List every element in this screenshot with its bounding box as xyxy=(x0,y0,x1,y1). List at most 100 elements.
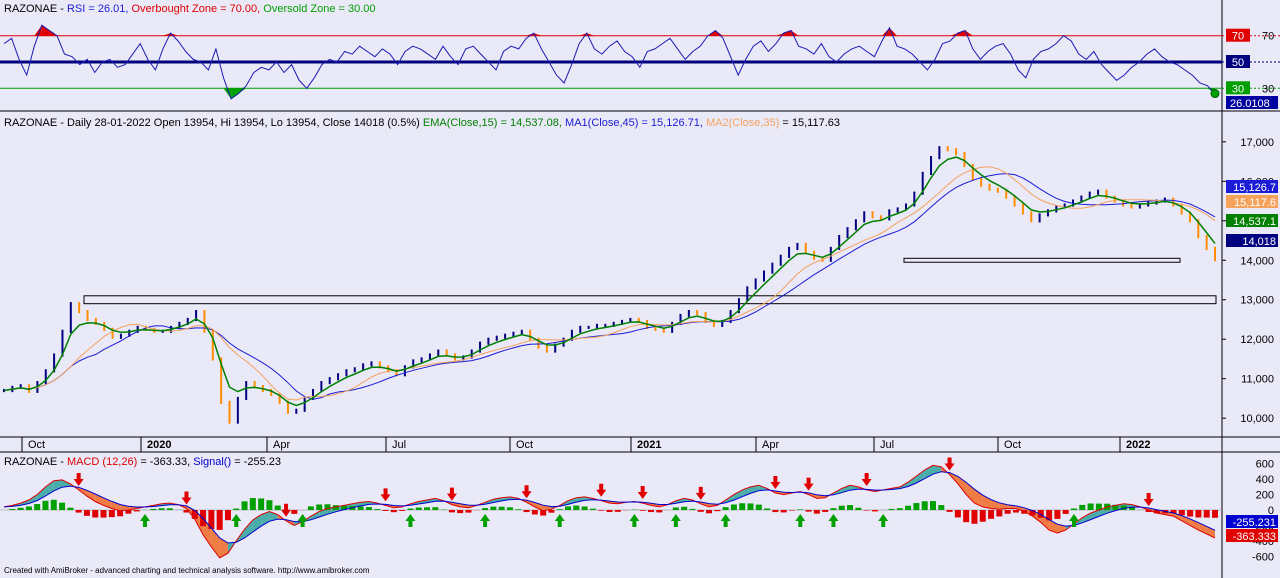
macd-histogram-bar xyxy=(42,500,49,510)
macd-histogram-bar xyxy=(780,510,787,513)
macd-histogram-bar xyxy=(241,501,248,510)
macd-histogram-bar xyxy=(556,509,563,510)
macd-histogram-bar xyxy=(515,509,522,510)
buy-arrow xyxy=(878,514,889,527)
macd-histogram-bar xyxy=(316,504,323,510)
rsi-value-label: 30 xyxy=(1232,83,1244,95)
macd-histogram-bar xyxy=(407,508,414,510)
macd-histogram-bar xyxy=(399,510,406,511)
sell-arrow xyxy=(380,488,391,502)
macd-histogram-bar xyxy=(1187,510,1194,517)
macd-histogram-bar xyxy=(672,507,679,510)
macd-histogram-bar xyxy=(1012,510,1019,513)
time-tick-label: 2021 xyxy=(637,439,661,451)
macd-histogram-bar xyxy=(747,503,754,510)
macd-histogram-bar xyxy=(224,510,231,521)
buy-arrow xyxy=(231,514,242,527)
ma2-line xyxy=(3,166,1216,401)
macd-histogram-bar xyxy=(548,510,555,513)
macd-histogram-bar xyxy=(996,510,1003,517)
macd-histogram-bar xyxy=(374,509,381,510)
macd-histogram-bar xyxy=(946,510,953,512)
rsi-oversold-fill xyxy=(231,88,239,99)
macd-histogram-bar xyxy=(50,499,57,510)
macd-histogram-bar xyxy=(465,510,472,513)
macd-histogram-bar xyxy=(755,504,762,510)
macd-histogram-bar xyxy=(614,510,621,512)
resistance-box xyxy=(83,295,1217,305)
macd-tick-label: -600 xyxy=(1252,551,1274,563)
macd-histogram-bar xyxy=(191,510,198,519)
sell-arrow xyxy=(861,472,872,486)
sell-arrow xyxy=(770,476,781,490)
macd-histogram-bar xyxy=(971,510,978,524)
price-tick-label: 17,000 xyxy=(1240,137,1274,149)
time-tick-label: Jul xyxy=(392,439,406,451)
rsi-current-label: 26.0108 xyxy=(1230,98,1270,110)
macd-histogram-bar xyxy=(797,509,804,510)
macd-histogram-bar xyxy=(108,510,115,518)
macd-histogram-bar xyxy=(415,507,422,510)
macd-histogram-bar xyxy=(307,506,314,510)
sell-arrow xyxy=(803,477,814,491)
macd-histogram-bar xyxy=(581,506,588,510)
macd-histogram-bar xyxy=(432,507,439,510)
macd-histogram-bar xyxy=(25,506,32,510)
macd-histogram-bar xyxy=(498,506,505,510)
macd-histogram-bar xyxy=(365,507,372,510)
time-tick-label: 2020 xyxy=(147,439,171,451)
buy-arrow xyxy=(670,514,681,527)
macd-histogram-bar xyxy=(490,506,497,510)
macd-histogram-bar xyxy=(1087,503,1094,510)
footer-credit: Created with AmiBroker - advanced charti… xyxy=(4,566,370,575)
macd-histogram-bar xyxy=(133,510,140,512)
amibroker-chart-window: RAZONAE - RSI = 26.01, Overbought Zone =… xyxy=(0,0,1280,578)
price-value-label: 15,117.6 xyxy=(1234,197,1276,209)
sell-arrow xyxy=(1143,493,1154,506)
macd-histogram-bar xyxy=(531,510,538,515)
chart-canvas[interactable]: RAZONAE - RSI = 26.01, Overbought Zone =… xyxy=(0,0,1280,578)
macd-histogram-bar xyxy=(573,505,580,510)
macd-histogram-bar xyxy=(1062,510,1069,514)
macd-histogram-bar xyxy=(855,507,862,510)
macd-histogram-bar xyxy=(689,508,696,510)
macd-histogram-bar xyxy=(506,507,513,510)
macd-histogram-bar xyxy=(274,505,281,510)
price-tick-label: 14,000 xyxy=(1240,255,1274,267)
macd-histogram-bar xyxy=(896,508,903,510)
macd-histogram-bar xyxy=(457,510,464,514)
macd-histogram-bar xyxy=(523,510,530,513)
macd-histogram-bar xyxy=(59,502,66,510)
ma1-line xyxy=(3,173,1216,400)
signal-value-label: -255.231 xyxy=(1233,517,1276,529)
time-tick-label: Apr xyxy=(273,439,290,451)
macd-histogram-bar xyxy=(258,498,265,510)
macd-histogram-bar xyxy=(681,506,688,510)
macd-histogram-bar xyxy=(929,501,936,510)
macd-histogram-bar xyxy=(598,510,605,511)
rsi-overbought-fill xyxy=(41,25,50,36)
macd-histogram-bar xyxy=(589,508,596,510)
macd-histogram-bar xyxy=(233,508,240,510)
macd-histogram-bar xyxy=(382,510,389,511)
time-tick-label: 2022 xyxy=(1126,439,1150,451)
macd-histogram-bar xyxy=(357,506,364,510)
macd-tick-label: 400 xyxy=(1256,474,1274,486)
macd-histogram-bar xyxy=(656,510,663,513)
macd-histogram-bar xyxy=(606,510,613,512)
macd-histogram-bar xyxy=(249,498,256,510)
price-value-label: 14,537.1 xyxy=(1233,216,1276,228)
buy-arrow xyxy=(629,514,640,527)
time-tick-label: Oct xyxy=(516,439,533,451)
sell-arrow xyxy=(181,491,192,505)
macd-histogram-bar xyxy=(639,510,646,511)
price-pane: RAZONAE - Daily 28-01-2022 Open 13954, H… xyxy=(0,117,1280,453)
macd-histogram-bar xyxy=(822,510,829,512)
rsi-value-label: 70 xyxy=(1232,31,1244,43)
buy-arrow xyxy=(828,514,839,527)
support-box xyxy=(903,257,1181,263)
macd-pane: RAZONAE - MACD (12,26) = -363.33, Signal… xyxy=(0,456,1278,563)
macd-histogram-bar xyxy=(75,510,82,513)
macd-histogram-bar xyxy=(838,505,845,510)
macd-histogram-bar xyxy=(697,510,704,512)
